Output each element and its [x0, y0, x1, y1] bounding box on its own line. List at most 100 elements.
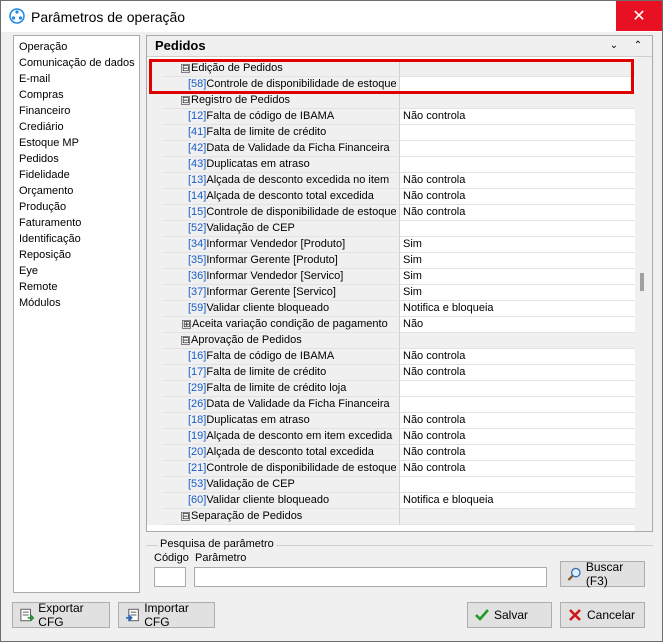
category-item[interactable]: Faturamento	[14, 215, 139, 231]
parameter-value-cell[interactable]	[400, 477, 635, 493]
category-item[interactable]: Produção	[14, 199, 139, 215]
parameter-name-cell[interactable]: [15]Controle de disponibilidade de estoq…	[163, 205, 400, 221]
parameter-value-cell[interactable]: Sim	[400, 285, 635, 301]
category-item[interactable]: Operação	[14, 39, 139, 55]
category-item[interactable]: Remote	[14, 279, 139, 295]
parameter-name-cell[interactable]: [42]Data de Validade da Ficha Financeira	[163, 141, 400, 157]
parameter-row[interactable]: [58]Controle de disponibilidade de estoq…	[147, 77, 635, 93]
parameter-row[interactable]: [17]Falta de limite de crédito Não contro…	[147, 365, 635, 381]
parameter-value-cell[interactable]: Não	[400, 317, 635, 333]
parameter-value-cell[interactable]: Não controla	[400, 429, 635, 445]
parameter-name-cell[interactable]: [13]Alçada de desconto excedida no item	[163, 173, 400, 189]
search-button[interactable]: Buscar (F3)	[560, 560, 645, 588]
parameter-value-cell[interactable]: Não controla	[400, 413, 635, 429]
parameter-row[interactable]: [20]Alçada de desconto total excedida Não…	[147, 445, 635, 461]
category-item[interactable]: Financeiro	[14, 103, 139, 119]
parameter-row[interactable]: [16]Falta de código de IBAMA Não controla	[147, 349, 635, 365]
category-item[interactable]: Reposição	[14, 247, 139, 263]
parameter-value-cell[interactable]: Não controla	[400, 349, 635, 365]
category-row[interactable]: ⊟Edição de Pedidos	[147, 61, 635, 77]
parameter-value-cell[interactable]	[400, 381, 635, 397]
parameter-value-cell[interactable]: Sim	[400, 237, 635, 253]
parameter-value-cell[interactable]	[400, 141, 635, 157]
parameter-name-cell[interactable]: ⊞Aceita variação condição de pagamento	[163, 317, 400, 333]
parametro-input[interactable]	[194, 567, 547, 587]
collapse-all-icon[interactable]: ⌄	[607, 39, 621, 53]
parameter-value-cell[interactable]: Não controla	[400, 173, 635, 189]
parameter-name-cell[interactable]: ⊟Aprovação de Pedidos	[163, 333, 400, 349]
parameter-row[interactable]: [34]Informar Vendedor [Produto] Sim	[147, 237, 635, 253]
parameter-value-cell[interactable]: Notifica e bloqueia	[400, 301, 635, 317]
scrollbar-thumb[interactable]	[640, 273, 644, 291]
category-row[interactable]: ⊟Separação de Pedidos	[147, 509, 635, 525]
parameter-name-cell[interactable]: [18]Duplicatas em atraso	[163, 413, 400, 429]
parameter-row[interactable]: [19]Alçada de desconto em item excedida N…	[147, 429, 635, 445]
parameter-value-cell[interactable]	[400, 397, 635, 413]
vertical-scrollbar[interactable]	[635, 57, 652, 531]
parameter-row[interactable]: [18]Duplicatas em atraso Não controla	[147, 413, 635, 429]
category-item[interactable]: Fidelidade	[14, 167, 139, 183]
export-cfg-button[interactable]: Exportar CFG	[12, 601, 110, 629]
cancel-button[interactable]: Cancelar	[560, 602, 645, 628]
parameter-row[interactable]: [41]Falta de limite de crédito	[147, 125, 635, 141]
parameter-value-cell[interactable]	[400, 509, 635, 525]
parameter-value-cell[interactable]: Sim	[400, 253, 635, 269]
parameter-row[interactable]: [37]Informar Gerente [Servico] Sim	[147, 285, 635, 301]
category-item[interactable]: Identificação	[14, 231, 139, 247]
category-item[interactable]: Módulos	[14, 295, 139, 311]
parameter-row[interactable]: [26]Data de Validade da Ficha Financeira	[147, 397, 635, 413]
parameter-value-cell[interactable]: Não controla	[400, 205, 635, 221]
collapse-icon[interactable]: ⊟	[181, 335, 190, 345]
parameter-name-cell[interactable]: [21]Controle de disponibilidade de estoq…	[163, 461, 400, 477]
parameter-row[interactable]: [29]Falta de limite de crédito loja	[147, 381, 635, 397]
parameter-name-cell[interactable]: [37]Informar Gerente [Servico]	[163, 285, 400, 301]
category-row[interactable]: ⊟Aprovação de Pedidos	[147, 333, 635, 349]
parameter-value-cell[interactable]: Não controla	[400, 445, 635, 461]
parameter-value-cell[interactable]	[400, 61, 635, 77]
expand-all-icon[interactable]: ⌃	[631, 39, 645, 53]
parameter-name-cell[interactable]: [20]Alçada de desconto total excedida	[163, 445, 400, 461]
parameter-value-cell[interactable]: Não controla	[400, 461, 635, 477]
parameter-name-cell[interactable]: [34]Informar Vendedor [Produto]	[163, 237, 400, 253]
parameter-row[interactable]: [53]Validação de CEP	[147, 477, 635, 493]
parameter-name-cell[interactable]: [35]Informar Gerente [Produto]	[163, 253, 400, 269]
parameter-row[interactable]: ⊞Aceita variação condição de pagamento Nã…	[147, 317, 635, 333]
parameter-row[interactable]: [52]Validação de CEP	[147, 221, 635, 237]
parameter-name-cell[interactable]: ⊟Registro de Pedidos	[163, 93, 400, 109]
collapse-icon[interactable]: ⊟	[181, 63, 190, 73]
parameter-value-cell[interactable]: Sim	[400, 269, 635, 285]
parameter-value-cell[interactable]	[400, 77, 635, 93]
parameter-row[interactable]: [35]Informar Gerente [Produto] Sim	[147, 253, 635, 269]
parameter-row[interactable]: [59]Validar cliente bloqueado Notifica e …	[147, 301, 635, 317]
category-item[interactable]: Crediário	[14, 119, 139, 135]
parameter-row[interactable]: [43]Duplicatas em atraso	[147, 157, 635, 173]
category-row[interactable]: ⊟Registro de Pedidos	[147, 93, 635, 109]
parameter-name-cell[interactable]: ⊟Edição de Pedidos	[163, 61, 400, 77]
parameter-value-cell[interactable]: Não controla	[400, 109, 635, 125]
parameter-name-cell[interactable]: ⊟Separação de Pedidos	[163, 509, 400, 525]
close-button[interactable]: ✕	[616, 1, 662, 31]
parameter-row[interactable]: [12]Falta de código de IBAMA Não controla	[147, 109, 635, 125]
expand-icon[interactable]: ⊞	[182, 319, 191, 329]
parameter-value-cell[interactable]: Notifica e bloqueia	[400, 493, 635, 509]
parameter-name-cell[interactable]: [36]Informar Vendedor [Servico]	[163, 269, 400, 285]
category-item[interactable]: E-mail	[14, 71, 139, 87]
parameter-name-cell[interactable]: [58]Controle de disponibilidade de estoq…	[163, 77, 400, 93]
parameter-row[interactable]: [36]Informar Vendedor [Servico] Sim	[147, 269, 635, 285]
parameter-row[interactable]: [13]Alçada de desconto excedida no item N…	[147, 173, 635, 189]
parameter-name-cell[interactable]: [26]Data de Validade da Ficha Financeira	[163, 397, 400, 413]
collapse-icon[interactable]: ⊟	[181, 511, 190, 521]
parameter-name-cell[interactable]: [52]Validação de CEP	[163, 221, 400, 237]
parameter-value-cell[interactable]	[400, 125, 635, 141]
parameter-row[interactable]: [42]Data de Validade da Ficha Financeira	[147, 141, 635, 157]
import-cfg-button[interactable]: Importar CFG	[118, 601, 215, 629]
parameter-name-cell[interactable]: [16]Falta de código de IBAMA	[163, 349, 400, 365]
category-item-selected[interactable]: Pedidos	[14, 151, 139, 167]
parameter-value-cell[interactable]	[400, 93, 635, 109]
parameter-value-cell[interactable]	[400, 333, 635, 349]
parameter-name-cell[interactable]: [17]Falta de limite de crédito	[163, 365, 400, 381]
parameter-name-cell[interactable]: [14]Alçada de desconto total excedida	[163, 189, 400, 205]
parameter-value-cell[interactable]	[400, 221, 635, 237]
parameter-row[interactable]: [15]Controle de disponibilidade de estoq…	[147, 205, 635, 221]
category-item[interactable]: Orçamento	[14, 183, 139, 199]
